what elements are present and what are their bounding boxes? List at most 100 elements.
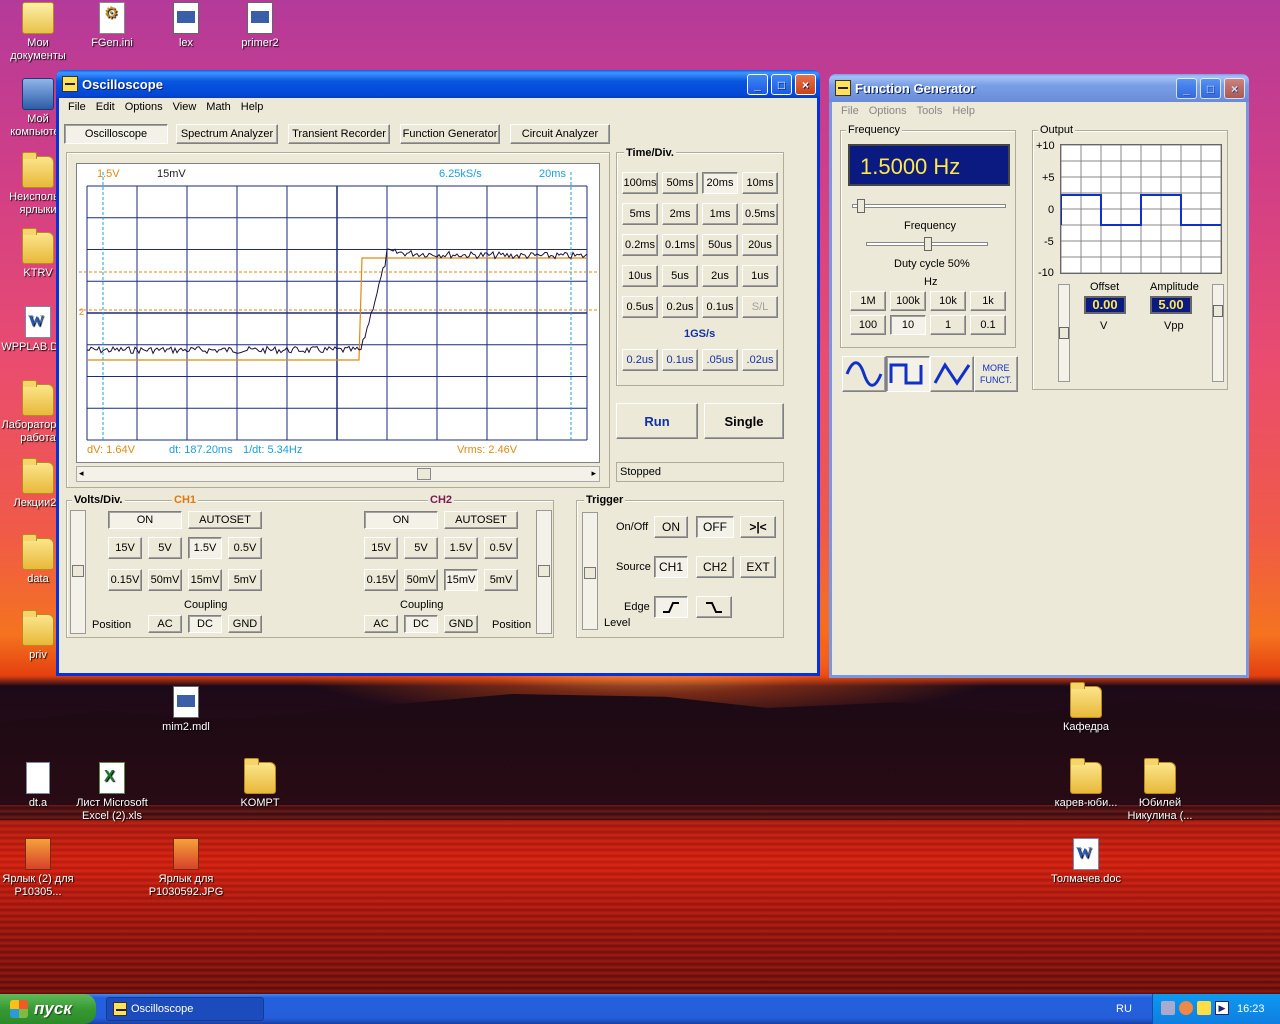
desktop-icon-dt-a[interactable]: dt.a xyxy=(0,762,76,810)
ch1-coupling-dc[interactable]: DC xyxy=(188,615,222,633)
ch2-on-button[interactable]: ON xyxy=(364,511,438,529)
desktop-icon-excel[interactable]: Лист Microsoft Excel (2).xls xyxy=(74,762,150,823)
ch1-coupling-ac[interactable]: AC xyxy=(148,615,182,633)
fg-range-0[interactable]: 1M xyxy=(850,291,886,311)
ch1-coupling-gnd[interactable]: GND xyxy=(228,615,262,633)
timediv-button-13[interactable]: 5us xyxy=(662,265,698,287)
funcgen-maximize-button[interactable]: □ xyxy=(1200,78,1221,99)
ch2-coupling-gnd[interactable]: GND xyxy=(444,615,478,633)
ch1-range-4[interactable]: 0.15V xyxy=(108,569,142,591)
menu-options[interactable]: Options xyxy=(120,100,168,114)
ch2-range-4[interactable]: 0.15V xyxy=(364,569,398,591)
ch2-range-6[interactable]: 15mV xyxy=(444,569,478,591)
fg-menu-tools[interactable]: Tools xyxy=(912,104,948,118)
timediv-button-5[interactable]: 2ms xyxy=(662,203,698,225)
desktop-icon-kafedra[interactable]: Кафедра xyxy=(1048,682,1124,734)
gs-button-1[interactable]: 0.1us xyxy=(662,349,698,371)
desktop-icon-nikulin[interactable]: Юбилей Никулина (... xyxy=(1122,758,1198,823)
ch2-position-thumb[interactable] xyxy=(538,565,550,577)
ch1-range-6[interactable]: 15mV xyxy=(188,569,222,591)
tab-circuit-analyzer[interactable]: Circuit Analyzer xyxy=(510,124,610,144)
messenger-icon[interactable] xyxy=(1197,1001,1211,1015)
oscilloscope-titlebar[interactable]: Oscilloscope _ □ × xyxy=(56,70,820,98)
scope-horizontal-scrollbar[interactable]: ◂ ▸ xyxy=(76,466,600,482)
desktop-icon-lex[interactable]: lex xyxy=(148,2,224,50)
menu-help[interactable]: Help xyxy=(236,100,269,114)
funcgen-titlebar[interactable]: Function Generator _ □ × xyxy=(829,74,1249,102)
ch2-coupling-ac[interactable]: AC xyxy=(364,615,398,633)
scope-screen[interactable]: 1.5V 15mV 6.25kS/s 20ms 2 dV: 1.64V dt: … xyxy=(76,163,600,463)
maximize-button[interactable]: □ xyxy=(771,74,792,95)
scroll-right-icon[interactable]: ▸ xyxy=(591,468,596,479)
timediv-button-10[interactable]: 50us xyxy=(702,234,738,256)
timediv-button-19[interactable]: S/L xyxy=(742,296,778,318)
timediv-button-8[interactable]: 0.2ms xyxy=(622,234,658,256)
desktop-icon-tolmachev[interactable]: Толмачев.doc xyxy=(1048,838,1124,886)
timediv-button-17[interactable]: 0.2us xyxy=(662,296,698,318)
fg-range-6[interactable]: 1 xyxy=(930,315,966,335)
ch1-on-button[interactable]: ON xyxy=(108,511,182,529)
minimize-button[interactable]: _ xyxy=(747,74,768,95)
tab-function-generator[interactable]: Function Generator xyxy=(400,124,500,144)
scroll-left-icon[interactable]: ◂ xyxy=(79,468,84,479)
trigger-level-slider[interactable] xyxy=(582,512,598,630)
timediv-button-0[interactable]: 100ms xyxy=(622,172,658,194)
menu-file[interactable]: File xyxy=(63,100,91,114)
ch2-range-3[interactable]: 0.5V xyxy=(484,537,518,559)
fg-amplitude-slider[interactable] xyxy=(1212,284,1224,382)
timediv-button-12[interactable]: 10us xyxy=(622,265,658,287)
timediv-button-4[interactable]: 5ms xyxy=(622,203,658,225)
desktop-icon-shortcut-jpg[interactable]: Ярлык для P1030592.JPG xyxy=(148,838,224,899)
trigger-source-ch2[interactable]: CH2 xyxy=(696,556,734,578)
fg-menu-file[interactable]: File xyxy=(836,104,864,118)
desktop-icon-my-documents[interactable]: Мои документы xyxy=(0,2,76,63)
ch2-range-1[interactable]: 5V xyxy=(404,537,438,559)
fg-menu-help[interactable]: Help xyxy=(947,104,980,118)
ch1-position-slider[interactable] xyxy=(70,510,86,634)
ch2-range-2[interactable]: 1.5V xyxy=(444,537,478,559)
tab-spectrum-analyzer[interactable]: Spectrum Analyzer xyxy=(176,124,278,144)
ch2-range-7[interactable]: 5mV xyxy=(484,569,518,591)
fg-range-7[interactable]: 0.1 xyxy=(970,315,1006,335)
run-button[interactable]: Run xyxy=(616,403,698,439)
tab-transient-recorder[interactable]: Transient Recorder xyxy=(288,124,390,144)
taskbar-item-oscilloscope[interactable]: Oscilloscope xyxy=(106,997,264,1021)
desktop-icon-kompt[interactable]: KOMPT xyxy=(222,758,298,810)
ch2-autoset-button[interactable]: AUTOSET xyxy=(444,511,518,529)
ch1-position-thumb[interactable] xyxy=(72,565,84,577)
trigger-center-button[interactable]: >|< xyxy=(740,516,776,538)
ch1-range-1[interactable]: 5V xyxy=(148,537,182,559)
fg-offset-thumb[interactable] xyxy=(1059,327,1069,339)
timediv-button-16[interactable]: 0.5us xyxy=(622,296,658,318)
close-button[interactable]: × xyxy=(795,74,816,95)
timediv-button-3[interactable]: 10ms xyxy=(742,172,778,194)
ch1-range-0[interactable]: 15V xyxy=(108,537,142,559)
trigger-level-thumb[interactable] xyxy=(584,567,596,579)
desktop-icon-shortcut-2[interactable]: Ярлык (2) для P10305... xyxy=(0,838,76,899)
language-indicator[interactable]: RU xyxy=(1116,1003,1132,1015)
menu-edit[interactable]: Edit xyxy=(91,100,120,114)
ch2-coupling-dc[interactable]: DC xyxy=(404,615,438,633)
ch1-range-3[interactable]: 0.5V xyxy=(228,537,262,559)
antivirus-icon[interactable] xyxy=(1179,1001,1193,1015)
network-icon[interactable] xyxy=(1161,1001,1175,1015)
fg-duty-thumb[interactable] xyxy=(924,237,932,251)
timediv-button-11[interactable]: 20us xyxy=(742,234,778,256)
menu-view[interactable]: View xyxy=(168,100,202,114)
ch2-position-slider[interactable] xyxy=(536,510,552,634)
fg-range-4[interactable]: 100 xyxy=(850,315,886,335)
fg-square-button[interactable] xyxy=(886,356,930,392)
funcgen-minimize-button[interactable]: _ xyxy=(1176,78,1197,99)
desktop-icon-primer2[interactable]: primer2 xyxy=(222,2,298,50)
fg-duty-slider[interactable] xyxy=(866,237,988,251)
fg-frequency-slider[interactable] xyxy=(852,199,1006,213)
start-button[interactable]: пуск xyxy=(0,994,96,1024)
single-button[interactable]: Single xyxy=(704,403,784,439)
timediv-button-9[interactable]: 0.1ms xyxy=(662,234,698,256)
trigger-edge-rising[interactable] xyxy=(654,596,688,618)
fg-range-2[interactable]: 10k xyxy=(930,291,966,311)
fg-amplitude-thumb[interactable] xyxy=(1213,305,1223,317)
tab-oscilloscope[interactable]: Oscilloscope xyxy=(64,124,168,144)
gs-button-2[interactable]: .05us xyxy=(702,349,738,371)
gs-button-3[interactable]: .02us xyxy=(742,349,778,371)
